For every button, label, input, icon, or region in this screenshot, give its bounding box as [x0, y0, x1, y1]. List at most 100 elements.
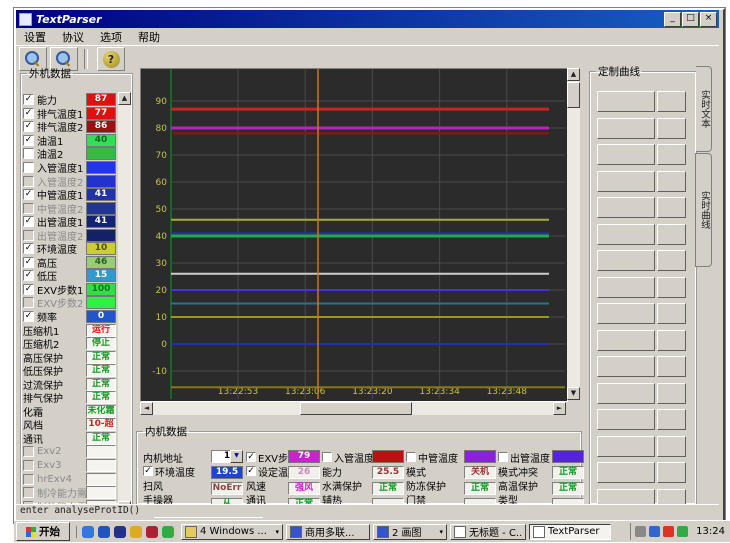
title-bar[interactable]: TextParser _ □ ×: [16, 10, 719, 28]
y-tick-label: 40: [156, 232, 168, 242]
dropdown-arrow-icon[interactable]: ▾: [275, 528, 279, 536]
printer-icon[interactable]: [635, 526, 646, 537]
indoor-unit-address-select[interactable]: 1▼: [211, 450, 243, 463]
mail-icon[interactable]: [130, 526, 142, 538]
y-tick-label: 0: [161, 340, 167, 350]
curve-value-button[interactable]: [657, 197, 686, 218]
checkbox[interactable]: ✓: [23, 189, 34, 200]
checkbox[interactable]: [498, 452, 508, 462]
outdoor-data-row: 排气保护正常: [23, 391, 116, 405]
curve-value-button[interactable]: [657, 303, 686, 324]
explorer-icon[interactable]: [98, 526, 110, 538]
chart-horizontal-scrollbar[interactable]: ◄ ►: [140, 402, 566, 415]
security-icon[interactable]: [146, 526, 158, 538]
curve-value-button[interactable]: [657, 383, 686, 404]
vscroll-thumb[interactable]: [567, 82, 580, 108]
curve-slot-button[interactable]: [597, 383, 655, 404]
checkbox[interactable]: ✓: [23, 311, 34, 322]
tab-realtime-text[interactable]: 实时文本: [696, 66, 712, 152]
curve-value-button[interactable]: [657, 330, 686, 351]
curve-slot-button[interactable]: [597, 462, 655, 483]
hscroll-thumb[interactable]: [300, 402, 412, 415]
scroll-down-icon[interactable]: ▼: [567, 387, 580, 400]
network-icon[interactable]: [649, 526, 660, 537]
taskbar-button[interactable]: TextParser: [529, 524, 611, 540]
curve-slot-button[interactable]: [597, 330, 655, 351]
curve-value-button[interactable]: [657, 171, 686, 192]
maximize-button[interactable]: □: [682, 12, 699, 27]
curve-value-button[interactable]: [657, 462, 686, 483]
curve-slot-button[interactable]: [597, 356, 655, 377]
scroll-left-icon[interactable]: ◄: [140, 402, 153, 415]
browser-icon[interactable]: [82, 526, 94, 538]
checkbox[interactable]: ✓: [246, 452, 256, 462]
checkbox[interactable]: ✓: [23, 243, 34, 254]
menu-item[interactable]: 设置: [16, 28, 54, 46]
checkbox[interactable]: ✓: [23, 284, 34, 295]
curve-value-button[interactable]: [657, 224, 686, 245]
scroll-up-icon[interactable]: ▲: [567, 68, 580, 81]
curve-slot-button[interactable]: [597, 171, 655, 192]
checkbox[interactable]: ✓: [23, 216, 34, 227]
checkbox[interactable]: [322, 452, 332, 462]
checkbox[interactable]: ✓: [23, 108, 34, 119]
y-tick-label: 70: [156, 151, 168, 161]
taskbar-button[interactable]: 4 Windows ...▾: [181, 524, 283, 540]
taskbar-button[interactable]: 2 画图▾: [373, 524, 447, 540]
checkbox[interactable]: ✓: [23, 135, 34, 146]
curve-value-button[interactable]: [657, 250, 686, 271]
scroll-right-icon[interactable]: ►: [553, 402, 566, 415]
curve-slot-button[interactable]: [597, 224, 655, 245]
curve-value-button[interactable]: [657, 436, 686, 457]
chart-area[interactable]: 13:22:5313:23:0613:23:2013:23:3413:23:48…: [140, 68, 568, 402]
dropdown-arrow-icon[interactable]: ▾: [439, 528, 443, 536]
left-scrollbar[interactable]: ▲ ▼: [118, 92, 131, 514]
checkbox[interactable]: ✓: [23, 257, 34, 268]
monitor-icon[interactable]: [677, 526, 688, 537]
curve-slot-button[interactable]: [597, 277, 655, 298]
taskbar-button[interactable]: 商用多联...: [286, 524, 370, 540]
curve-value-button[interactable]: [657, 277, 686, 298]
checkbox[interactable]: [406, 452, 416, 462]
curve-slot-button[interactable]: [597, 436, 655, 457]
outdoor-data-row: 通讯正常: [23, 432, 116, 446]
checkbox[interactable]: ✓: [143, 466, 153, 476]
tab-realtime-curve[interactable]: 实时曲线: [695, 153, 712, 267]
curve-slot-button[interactable]: [597, 197, 655, 218]
checkbox[interactable]: ✓: [23, 270, 34, 281]
curve-value-button[interactable]: [657, 144, 686, 165]
start-button[interactable]: 开始: [16, 522, 70, 541]
checkbox[interactable]: ✓: [23, 94, 34, 105]
scroll-up-icon[interactable]: ▲: [118, 92, 131, 105]
indoor-panel-title: 内机数据: [143, 424, 189, 439]
curve-value-button[interactable]: [657, 91, 686, 112]
update-icon[interactable]: [162, 526, 174, 538]
curve-slot-button[interactable]: [597, 409, 655, 430]
antivirus-icon[interactable]: [663, 526, 674, 537]
curve-value-button[interactable]: [657, 356, 686, 377]
close-button[interactable]: ×: [700, 12, 717, 27]
media-icon[interactable]: [114, 526, 126, 538]
curve-slot-button[interactable]: [597, 118, 655, 139]
value-badge: 15: [86, 269, 116, 282]
curve-slot-button[interactable]: [597, 144, 655, 165]
curve-slot-button[interactable]: [597, 303, 655, 324]
indoor-label-row: 中管温度: [406, 450, 458, 464]
minimize-button[interactable]: _: [664, 12, 681, 27]
dropdown-arrow-icon[interactable]: ▼: [230, 450, 243, 463]
chart-vertical-scrollbar[interactable]: ▲ ▼: [567, 68, 580, 400]
menu-item[interactable]: 帮助: [130, 28, 168, 46]
menu-item[interactable]: 选项: [92, 28, 130, 46]
menu-item[interactable]: 协议: [54, 28, 92, 46]
checkbox[interactable]: [23, 162, 34, 173]
checkbox[interactable]: ✓: [23, 121, 34, 132]
curve-slot-button[interactable]: [597, 91, 655, 112]
indoor-label-text: 入管温度: [334, 450, 374, 465]
taskbar-button[interactable]: 无标题 - C...: [450, 524, 526, 540]
indoor-label-text: 水满保护: [322, 478, 362, 493]
checkbox[interactable]: [23, 148, 34, 159]
curve-value-button[interactable]: [657, 409, 686, 430]
checkbox[interactable]: ✓: [246, 466, 256, 476]
curve-slot-button[interactable]: [597, 250, 655, 271]
curve-value-button[interactable]: [657, 118, 686, 139]
